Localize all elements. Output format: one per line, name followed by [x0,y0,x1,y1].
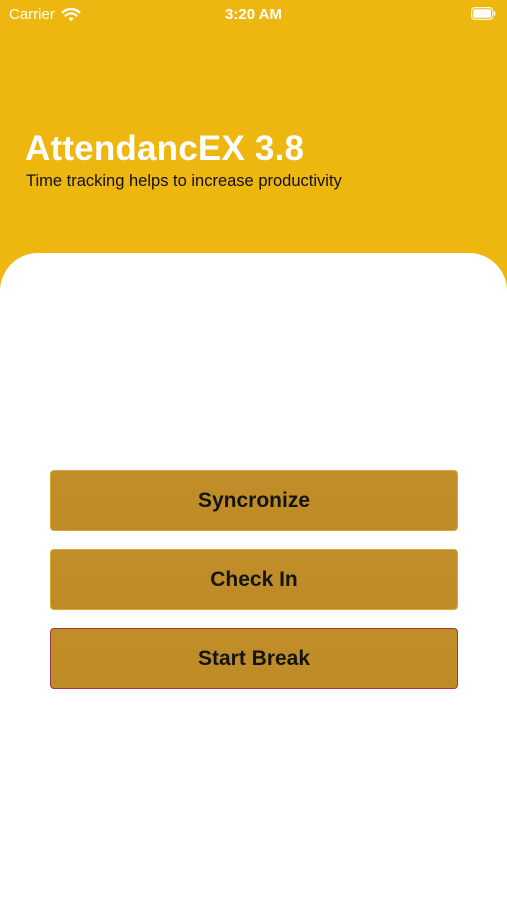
syncronize-button[interactable]: Syncronize [50,470,458,531]
check-in-button[interactable]: Check In [50,549,458,610]
status-bar: Carrier 3:20 AM [0,0,507,28]
app-subtitle: Time tracking helps to increase producti… [26,172,342,190]
status-time: 3:20 AM [225,6,282,23]
battery-icon [471,7,496,20]
app-title: AttendancEX 3.8 [25,129,305,168]
start-break-button[interactable]: Start Break [50,628,458,689]
